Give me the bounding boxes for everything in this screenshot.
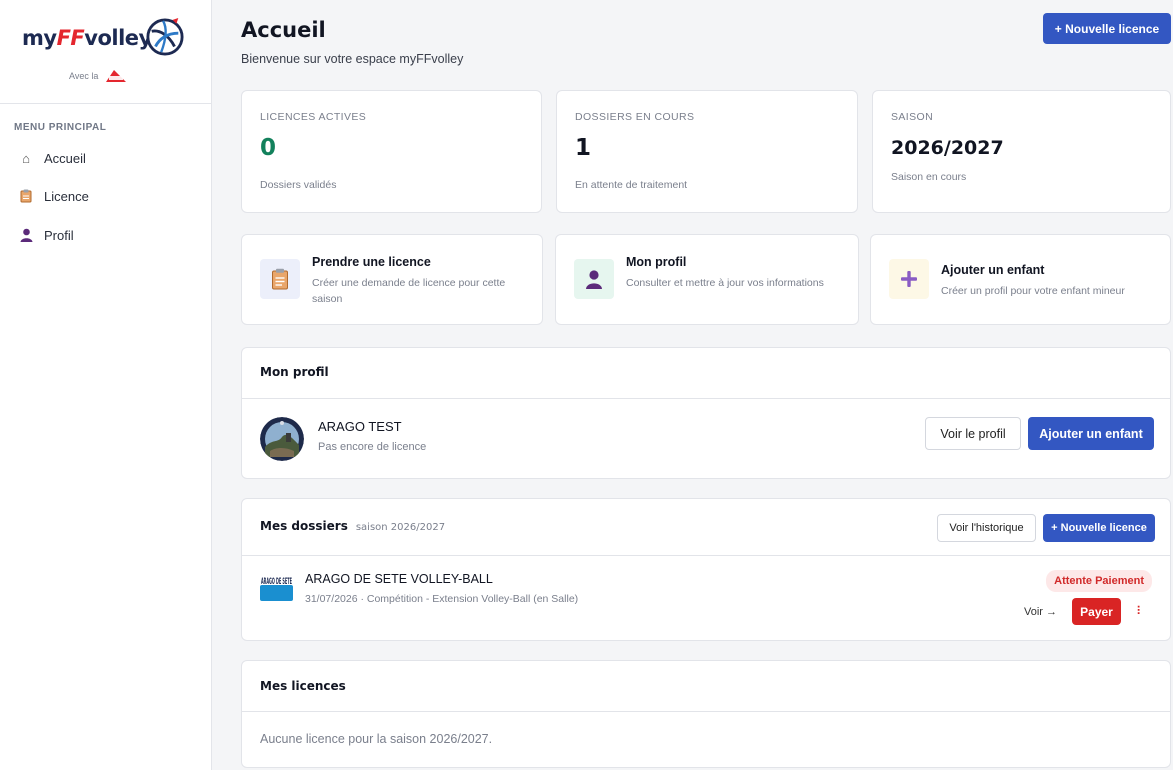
pay-button[interactable]: Payer xyxy=(1072,598,1121,625)
new-license-button[interactable]: + Nouvelle licence xyxy=(1043,13,1171,44)
user-icon xyxy=(574,259,614,299)
view-history-button[interactable]: Voir l'historique xyxy=(937,514,1036,542)
profile-row: ARAGO TEST Pas encore de licence Voir le… xyxy=(242,399,1170,478)
home-icon: ⌂ xyxy=(22,150,30,166)
section-title: Mon profil xyxy=(260,365,329,379)
stat-hint: En attente de traitement xyxy=(575,179,688,191)
empty-licenses-text: Aucune licence pour la saison 2026/2027. xyxy=(260,732,493,746)
plus-icon xyxy=(889,259,929,299)
action-card-my-profile[interactable]: Mon profil Consulter et mettre à jour vo… xyxy=(555,234,859,325)
stat-value: 1 xyxy=(575,135,592,161)
action-title: Mon profil xyxy=(626,255,687,269)
sidebar: myFFvolley Avec la MENU PRINCIPAL ⌂ Accu… xyxy=(0,0,212,770)
stat-hint: Saison en cours xyxy=(891,171,967,183)
sidebar-item-profil[interactable]: Profil xyxy=(18,223,74,247)
stat-card-season: SAISON 2026/2027 Saison en cours xyxy=(872,90,1171,213)
dossier-details: 31/07/2026 · Compétition - Extension Vol… xyxy=(305,593,579,605)
more-options-icon[interactable]: ⠇ xyxy=(1136,604,1145,618)
profile-status: Pas encore de licence xyxy=(318,441,427,453)
user-icon xyxy=(18,227,34,243)
stat-card-active-licenses: LICENCES ACTIVES 0 Dossiers validés xyxy=(241,90,542,213)
section-header: Mes licences xyxy=(242,661,1170,712)
section-header: Mon profil xyxy=(242,348,1170,399)
section-header: Mes dossiers saison 2026/2027 Voir l'hist… xyxy=(242,499,1170,556)
action-description: Créer une demande de licence pour cette … xyxy=(312,277,506,305)
avatar[interactable] xyxy=(260,417,304,461)
profile-section: Mon profil ARAGO TEST Pas encore de lice… xyxy=(241,347,1171,479)
new-license-button[interactable]: + Nouvelle licence xyxy=(1043,514,1155,542)
stat-label: LICENCES ACTIVES xyxy=(260,111,367,123)
profile-name: ARAGO TEST xyxy=(318,419,402,434)
page-subtitle: Bienvenue sur votre espace myFFvolley xyxy=(241,52,464,66)
club-logo: ARAGO DE SETE xyxy=(260,575,293,601)
licenses-section: Mes licences Aucune licence pour la sais… xyxy=(241,660,1171,768)
action-description: Consulter et mettre à jour vos informati… xyxy=(626,277,824,289)
clipboard-icon xyxy=(260,259,300,299)
season-label: saison 2026/2027 xyxy=(355,522,446,533)
volleyball-logo-icon xyxy=(146,18,184,56)
svg-text:ARAGO DE SETE: ARAGO DE SETE xyxy=(261,577,292,587)
dossiers-section: Mes dossiers saison 2026/2027 Voir l'hist… xyxy=(241,498,1171,641)
stat-label: SAISON xyxy=(891,111,934,123)
section-title: Mes dossiers saison 2026/2027 xyxy=(260,519,446,533)
action-card-take-license[interactable]: Prendre une licence Créer une demande de… xyxy=(241,234,543,325)
section-title: Mes licences xyxy=(260,679,346,693)
action-card-add-child[interactable]: Ajouter un enfant Créer un profil pour v… xyxy=(870,234,1171,325)
menu-section-title: MENU PRINCIPAL xyxy=(14,122,107,133)
stat-label: DOSSIERS EN COURS xyxy=(575,111,695,123)
stat-value: 2026/2027 xyxy=(891,137,1004,159)
sidebar-item-licence[interactable]: Licence xyxy=(18,184,89,208)
dossier-row: ARAGO DE SETE ARAGO DE SETE VOLLEY-BALL … xyxy=(242,556,1170,640)
stat-card-pending-dossiers: DOSSIERS EN COURS 1 En attente de traite… xyxy=(556,90,858,213)
action-title: Prendre une licence xyxy=(312,255,431,269)
add-child-button[interactable]: Ajouter un enfant xyxy=(1028,417,1154,450)
view-dossier-link[interactable]: Voir → xyxy=(1024,606,1057,618)
page-title: Accueil xyxy=(241,18,326,42)
stat-value: 0 xyxy=(260,135,277,161)
partner-mention: Avec la xyxy=(69,68,128,84)
view-profile-button[interactable]: Voir le profil xyxy=(925,417,1021,450)
club-name: ARAGO DE SETE VOLLEY-BALL xyxy=(305,572,493,586)
app-logo[interactable]: myFFvolley xyxy=(22,26,152,50)
sidebar-item-accueil[interactable]: ⌂ Accueil xyxy=(18,146,86,170)
stat-hint: Dossiers validés xyxy=(260,179,337,191)
maif-logo-icon xyxy=(106,70,127,82)
action-description: Créer un profil pour votre enfant mineur xyxy=(941,285,1125,297)
brand-area: myFFvolley Avec la xyxy=(0,0,211,104)
action-title: Ajouter un enfant xyxy=(941,263,1045,277)
clipboard-icon xyxy=(18,188,34,204)
status-badge: Attente Paiement xyxy=(1046,570,1152,592)
